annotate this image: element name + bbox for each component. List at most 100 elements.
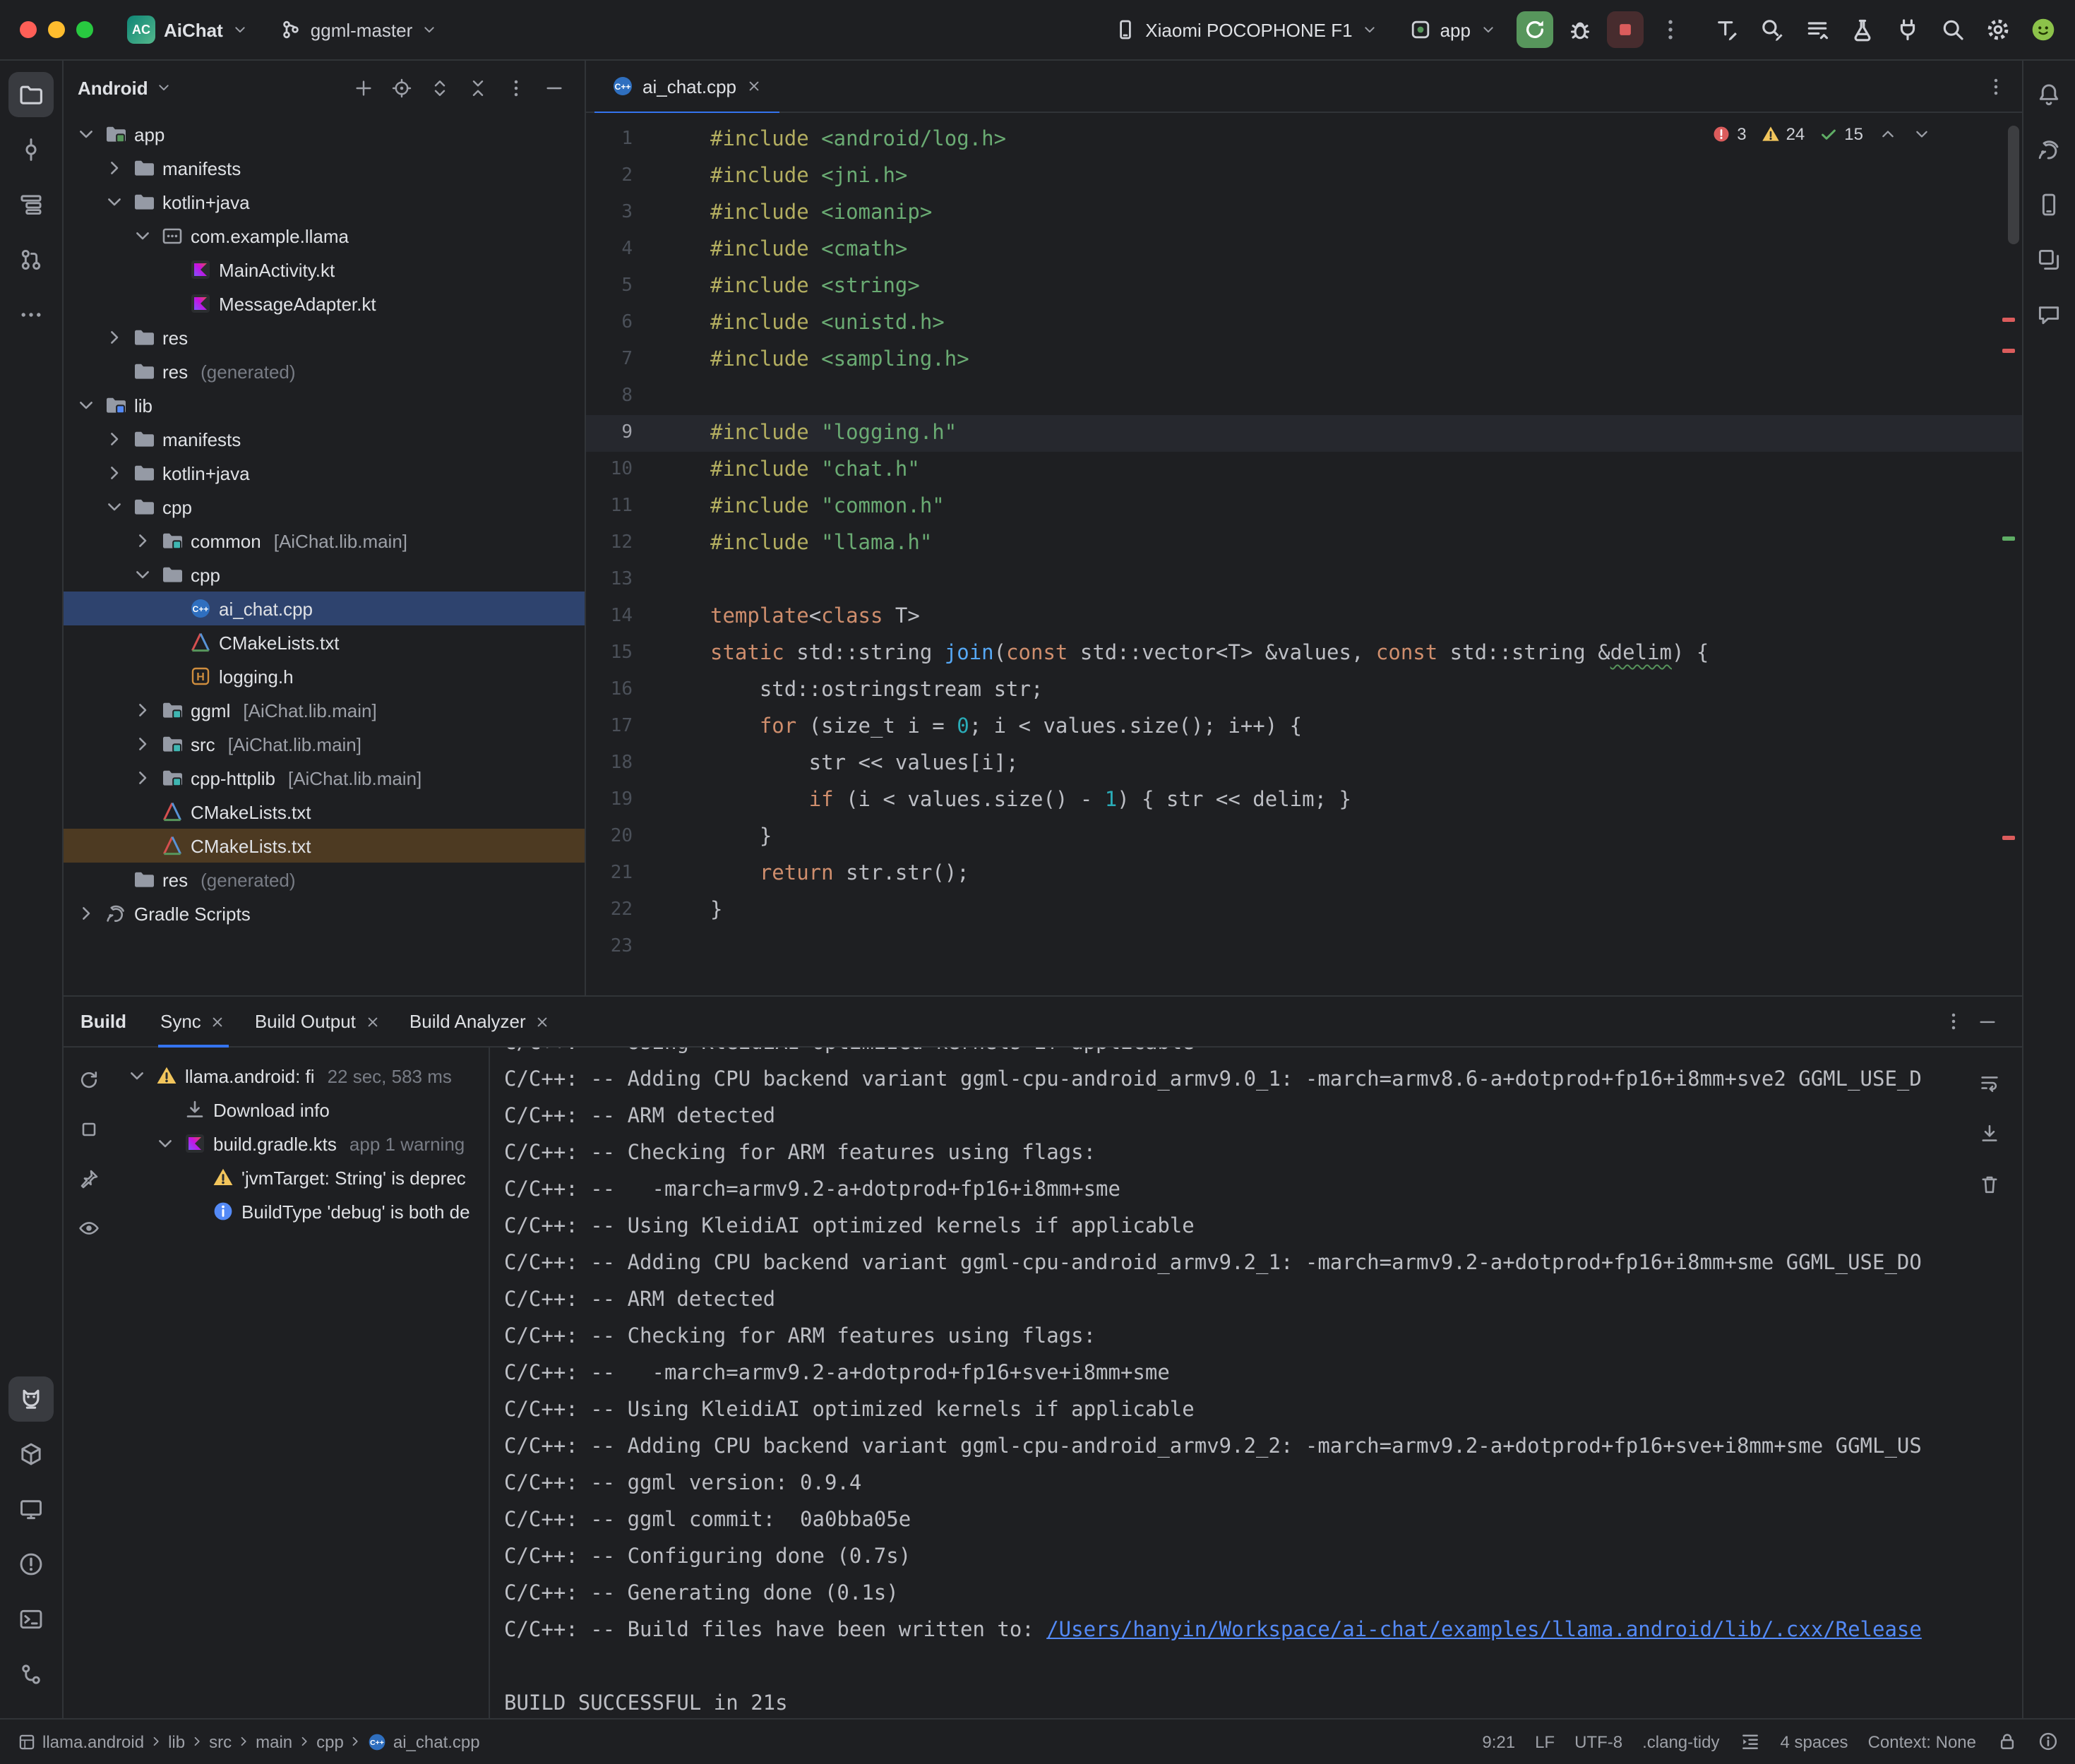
tree-item-mainactivity-kt[interactable]: MainActivity.kt <box>64 253 585 287</box>
tree-item-com-example-llama[interactable]: com.example.llama <box>64 219 585 253</box>
more-horizontal-icon[interactable] <box>8 292 54 337</box>
tree-item-cmakelists-txt[interactable]: CMakeLists.txt <box>64 795 585 829</box>
next-problem-icon[interactable] <box>1911 124 1931 144</box>
pin-icon[interactable] <box>73 1163 104 1194</box>
commit-icon[interactable] <box>8 127 54 172</box>
line-number[interactable]: 12 <box>586 525 633 562</box>
flask-icon[interactable] <box>1843 11 1880 48</box>
breadcrumb-item[interactable]: C++ai_chat.cpp <box>368 1732 480 1751</box>
chevron-right-icon[interactable] <box>131 529 154 552</box>
close-icon[interactable] <box>534 1013 551 1030</box>
code-line-4[interactable]: 4#include <cmath> <box>586 232 2021 268</box>
project-folder-icon[interactable] <box>8 72 54 117</box>
code-line-22[interactable]: 22} <box>586 892 2021 929</box>
line-number[interactable]: 23 <box>586 929 633 966</box>
chevron-right-icon[interactable] <box>103 462 126 484</box>
line-number[interactable]: 5 <box>586 268 633 305</box>
more-actions-icon[interactable] <box>1651 11 1688 48</box>
minimize-window-button[interactable] <box>48 21 65 38</box>
tree-item-cpp-httplib[interactable]: cpp-httplib[AiChat.lib.main] <box>64 761 585 795</box>
device-selector[interactable]: Xiaomi POCOPHONE F1 <box>1103 13 1389 47</box>
hide-build-panel-icon[interactable] <box>1971 1004 2004 1038</box>
chevron-down-icon[interactable] <box>103 191 126 213</box>
tree-item-res[interactable]: res(generated) <box>64 863 585 896</box>
tree-item-res[interactable]: res <box>64 320 585 354</box>
line-number[interactable]: 13 <box>586 562 633 599</box>
chevron-right-icon[interactable] <box>103 428 126 450</box>
line-separator[interactable]: LF <box>1535 1732 1555 1751</box>
line-number[interactable]: 2 <box>586 158 633 195</box>
tree-item-res[interactable]: res(generated) <box>64 354 585 388</box>
gradle-icon[interactable] <box>2026 127 2071 172</box>
line-number[interactable]: 21 <box>586 856 633 892</box>
tree-item-kotlin-java[interactable]: kotlin+java <box>64 185 585 219</box>
line-number[interactable]: 14 <box>586 599 633 635</box>
version-control-icon[interactable] <box>8 1651 54 1696</box>
line-number[interactable]: 10 <box>586 452 633 488</box>
breadcrumb-item[interactable]: lib <box>168 1732 185 1751</box>
chevron-down-icon[interactable] <box>126 1064 148 1087</box>
debug-button[interactable] <box>1561 11 1598 48</box>
tree-item-cmakelists-txt[interactable]: CMakeLists.txt <box>64 625 585 659</box>
refresh-icon[interactable] <box>73 1064 104 1096</box>
chevron-right-icon[interactable] <box>75 902 97 925</box>
run-config-selector[interactable]: app <box>1398 13 1507 47</box>
more-vertical-icon[interactable] <box>498 71 532 104</box>
sync-item-build-gradle-kts[interactable]: build.gradle.ktsapp 1 warning <box>114 1127 489 1160</box>
code-line-8[interactable]: 8 <box>586 378 2021 415</box>
code-line-9[interactable]: 9#include "logging.h" <box>586 415 2021 452</box>
line-number[interactable]: 7 <box>586 342 633 378</box>
code-line-18[interactable]: 18 str << values[i]; <box>586 745 2021 782</box>
chevron-down-icon[interactable] <box>131 224 154 247</box>
tree-item-logging-h[interactable]: Hlogging.h <box>64 659 585 693</box>
build-options-icon[interactable] <box>1937 1004 1971 1038</box>
code-line-14[interactable]: 14template<class T> <box>586 599 2021 635</box>
line-number[interactable]: 15 <box>586 635 633 672</box>
code-line-15[interactable]: 15static std::string join(const std::vec… <box>586 635 2021 672</box>
breadcrumb-item[interactable]: main <box>256 1732 292 1751</box>
code-line-19[interactable]: 19 if (i < values.size() - 1) { str << d… <box>586 782 2021 819</box>
chevron-down-icon[interactable] <box>131 563 154 586</box>
profile-avatar-icon[interactable] <box>2024 11 2061 48</box>
line-number[interactable]: 19 <box>586 782 633 819</box>
error-stripe-mark[interactable] <box>2002 349 2014 353</box>
editor-tab[interactable]: C++ ai_chat.cpp <box>594 60 779 112</box>
sync-item-llama-android-fi[interactable]: llama.android: fi22 sec, 583 ms <box>114 1059 489 1093</box>
run-button[interactable] <box>1516 11 1553 48</box>
line-number[interactable]: 16 <box>586 672 633 709</box>
change-stripe-mark[interactable] <box>2002 536 2014 541</box>
tree-item-cpp[interactable]: cpp <box>64 490 585 524</box>
tree-item-messageadapter-kt[interactable]: MessageAdapter.kt <box>64 287 585 320</box>
hide-panel-icon[interactable] <box>537 71 570 104</box>
sync-item-download-info[interactable]: Download info <box>114 1093 489 1127</box>
line-number[interactable]: 17 <box>586 709 633 745</box>
cursor-position[interactable]: 9:21 <box>1482 1732 1515 1751</box>
code-line-13[interactable]: 13 <box>586 562 2021 599</box>
close-icon[interactable] <box>364 1013 381 1030</box>
code-line-10[interactable]: 10#include "chat.h" <box>586 452 2021 488</box>
tree-item-app[interactable]: app <box>64 117 585 151</box>
build-tab-build-output[interactable]: Build Output <box>241 996 395 1047</box>
list-icon[interactable] <box>1798 11 1835 48</box>
clang-tidy-widget[interactable]: .clang-tidy <box>1642 1732 1719 1751</box>
sync-item-jvmtarget-string-is-deprec[interactable]: 'jvmTarget: String' is deprec <box>114 1160 489 1194</box>
chevron-right-icon[interactable] <box>131 699 154 721</box>
code-line-5[interactable]: 5#include <string> <box>586 268 2021 305</box>
build-window-title[interactable]: Build <box>80 1011 146 1032</box>
indent-size[interactable]: 4 spaces <box>1781 1732 1848 1751</box>
logcat-icon[interactable] <box>8 1376 54 1421</box>
error-stripe-mark[interactable] <box>2002 318 2014 322</box>
eye-icon[interactable] <box>73 1213 104 1244</box>
line-number[interactable]: 3 <box>586 195 633 232</box>
running-devices-icon[interactable] <box>8 1486 54 1531</box>
tree-item-manifests[interactable]: manifests <box>64 151 585 185</box>
clear-all-icon[interactable] <box>1973 1169 2004 1200</box>
code-line-6[interactable]: 6#include <unistd.h> <box>586 305 2021 342</box>
line-number[interactable]: 6 <box>586 305 633 342</box>
code-line-23[interactable]: 23 <box>586 929 2021 966</box>
build-tab-build-analyzer[interactable]: Build Analyzer <box>395 996 566 1047</box>
search-pencil-icon[interactable] <box>1753 11 1790 48</box>
tree-item-ai-chat-cpp[interactable]: C++ai_chat.cpp <box>64 592 585 625</box>
breadcrumb-item[interactable]: cpp <box>316 1732 344 1751</box>
text-tool-icon[interactable] <box>1708 11 1745 48</box>
